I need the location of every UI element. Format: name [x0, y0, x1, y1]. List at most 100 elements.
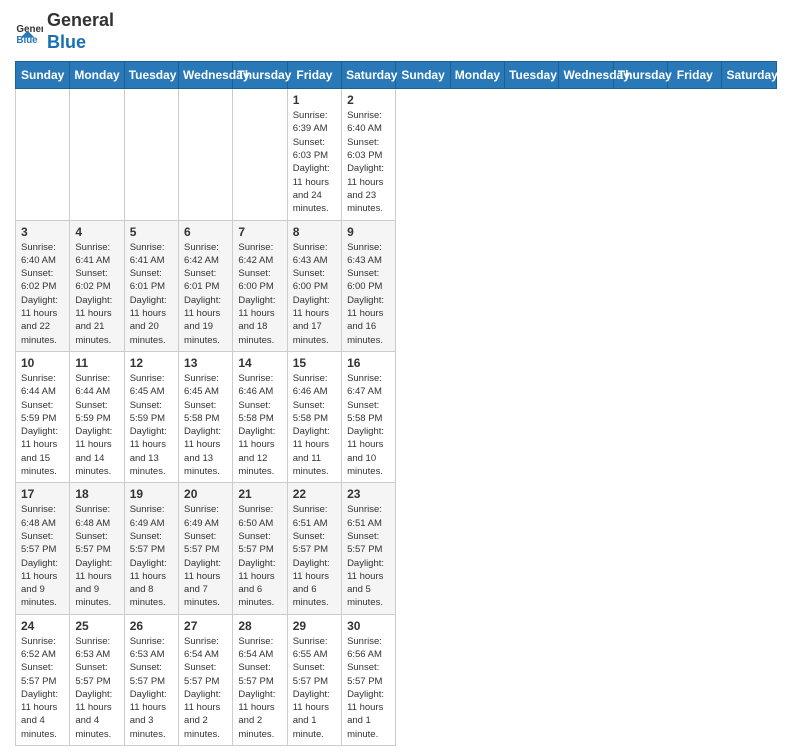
day-number: 13 [184, 356, 227, 370]
column-header-tuesday: Tuesday [124, 62, 178, 89]
day-number: 26 [130, 619, 173, 633]
day-info: Sunrise: 6:51 AM Sunset: 5:57 PM Dayligh… [347, 503, 390, 609]
day-info: Sunrise: 6:54 AM Sunset: 5:57 PM Dayligh… [184, 635, 227, 741]
column-header-friday: Friday [668, 62, 722, 89]
day-info: Sunrise: 6:48 AM Sunset: 5:57 PM Dayligh… [75, 503, 118, 609]
calendar-cell [124, 89, 178, 220]
day-info: Sunrise: 6:41 AM Sunset: 6:01 PM Dayligh… [130, 241, 173, 347]
day-info: Sunrise: 6:40 AM Sunset: 6:03 PM Dayligh… [347, 109, 390, 215]
day-number: 11 [75, 356, 118, 370]
calendar-cell: 16Sunrise: 6:47 AM Sunset: 5:58 PM Dayli… [342, 351, 396, 482]
calendar-cell: 20 Sunrise: 6:49 AM Sunset: 5:57 PM Dayli… [179, 483, 233, 614]
day-info: Sunrise: 6:42 AM Sunset: 6:00 PM Dayligh… [238, 241, 281, 347]
logo-general-text: General Blue [47, 10, 114, 53]
day-number: 6 [184, 225, 227, 239]
day-number: 9 [347, 225, 390, 239]
column-header-sunday: Sunday [16, 62, 70, 89]
day-number: 17 [21, 487, 64, 501]
calendar-cell: 12Sunrise: 6:45 AM Sunset: 5:59 PM Dayli… [124, 351, 178, 482]
calendar-cell: 7 Sunrise: 6:42 AM Sunset: 6:00 PM Daylig… [233, 220, 287, 351]
day-info: Sunrise: 6:49 AM Sunset: 5:57 PM Dayligh… [130, 503, 173, 609]
day-info: Sunrise: 6:52 AM Sunset: 5:57 PM Dayligh… [21, 635, 64, 741]
day-number: 23 [347, 487, 390, 501]
column-header-wednesday: Wednesday [559, 62, 613, 89]
day-info: Sunrise: 6:46 AM Sunset: 5:58 PM Dayligh… [238, 372, 281, 478]
day-number: 25 [75, 619, 118, 633]
day-info: Sunrise: 6:49 AM Sunset: 5:57 PM Dayligh… [184, 503, 227, 609]
day-info: Sunrise: 6:42 AM Sunset: 6:01 PM Dayligh… [184, 241, 227, 347]
column-header-thursday: Thursday [233, 62, 287, 89]
column-header-sunday: Sunday [396, 62, 450, 89]
day-info: Sunrise: 6:51 AM Sunset: 5:57 PM Dayligh… [293, 503, 336, 609]
calendar-cell: 24 Sunrise: 6:52 AM Sunset: 5:57 PM Dayli… [16, 614, 70, 745]
calendar-cell: 18 Sunrise: 6:48 AM Sunset: 5:57 PM Dayli… [70, 483, 124, 614]
calendar-cell: 26 Sunrise: 6:53 AM Sunset: 5:57 PM Dayli… [124, 614, 178, 745]
day-info: Sunrise: 6:44 AM Sunset: 5:59 PM Dayligh… [21, 372, 64, 478]
calendar-cell: 22Sunrise: 6:51 AM Sunset: 5:57 PM Dayli… [287, 483, 341, 614]
calendar-cell: 30 Sunrise: 6:56 AM Sunset: 5:57 PM Dayli… [342, 614, 396, 745]
calendar-cell: 13 Sunrise: 6:45 AM Sunset: 5:58 PM Dayli… [179, 351, 233, 482]
day-number: 7 [238, 225, 281, 239]
calendar-cell: 29 Sunrise: 6:55 AM Sunset: 5:57 PM Dayli… [287, 614, 341, 745]
calendar-cell: 25 Sunrise: 6:53 AM Sunset: 5:57 PM Dayli… [70, 614, 124, 745]
calendar-cell: 10Sunrise: 6:44 AM Sunset: 5:59 PM Dayli… [16, 351, 70, 482]
day-number: 16 [347, 356, 390, 370]
calendar-cell [233, 89, 287, 220]
day-info: Sunrise: 6:45 AM Sunset: 5:58 PM Dayligh… [184, 372, 227, 478]
column-header-thursday: Thursday [613, 62, 667, 89]
day-info: Sunrise: 6:53 AM Sunset: 5:57 PM Dayligh… [130, 635, 173, 741]
day-number: 21 [238, 487, 281, 501]
column-header-monday: Monday [70, 62, 124, 89]
calendar-week-row: 17 Sunrise: 6:48 AM Sunset: 5:57 PM Dayli… [16, 483, 777, 614]
calendar-cell: 28Sunrise: 6:54 AM Sunset: 5:57 PM Dayli… [233, 614, 287, 745]
calendar-cell: 19 Sunrise: 6:49 AM Sunset: 5:57 PM Dayli… [124, 483, 178, 614]
calendar-cell: 5Sunrise: 6:41 AM Sunset: 6:01 PM Daylig… [124, 220, 178, 351]
calendar-cell: 2Sunrise: 6:40 AM Sunset: 6:03 PM Daylig… [342, 89, 396, 220]
day-number: 18 [75, 487, 118, 501]
logo-blue-text: Blue [47, 32, 86, 52]
logo: General Blue General Blue [15, 10, 114, 53]
day-number: 28 [238, 619, 281, 633]
column-header-saturday: Saturday [722, 62, 777, 89]
day-number: 29 [293, 619, 336, 633]
calendar-cell: 4Sunrise: 6:41 AM Sunset: 6:02 PM Daylig… [70, 220, 124, 351]
day-info: Sunrise: 6:50 AM Sunset: 5:57 PM Dayligh… [238, 503, 281, 609]
column-header-friday: Friday [287, 62, 341, 89]
calendar-week-row: 24 Sunrise: 6:52 AM Sunset: 5:57 PM Dayli… [16, 614, 777, 745]
calendar-week-row: 10Sunrise: 6:44 AM Sunset: 5:59 PM Dayli… [16, 351, 777, 482]
column-header-tuesday: Tuesday [505, 62, 559, 89]
day-info: Sunrise: 6:55 AM Sunset: 5:57 PM Dayligh… [293, 635, 336, 741]
column-header-monday: Monday [450, 62, 504, 89]
calendar-cell [70, 89, 124, 220]
day-number: 14 [238, 356, 281, 370]
calendar-cell: 11Sunrise: 6:44 AM Sunset: 5:59 PM Dayli… [70, 351, 124, 482]
day-info: Sunrise: 6:41 AM Sunset: 6:02 PM Dayligh… [75, 241, 118, 347]
calendar-cell: 6 Sunrise: 6:42 AM Sunset: 6:01 PM Daylig… [179, 220, 233, 351]
day-number: 19 [130, 487, 173, 501]
day-number: 1 [293, 93, 336, 107]
calendar-cell: 9Sunrise: 6:43 AM Sunset: 6:00 PM Daylig… [342, 220, 396, 351]
logo-icon: General Blue [15, 18, 43, 46]
day-info: Sunrise: 6:53 AM Sunset: 5:57 PM Dayligh… [75, 635, 118, 741]
calendar-cell [16, 89, 70, 220]
day-info: Sunrise: 6:56 AM Sunset: 5:57 PM Dayligh… [347, 635, 390, 741]
calendar-cell: 17 Sunrise: 6:48 AM Sunset: 5:57 PM Dayli… [16, 483, 70, 614]
day-info: Sunrise: 6:48 AM Sunset: 5:57 PM Dayligh… [21, 503, 64, 609]
day-info: Sunrise: 6:43 AM Sunset: 6:00 PM Dayligh… [293, 241, 336, 347]
calendar-table: SundayMondayTuesdayWednesdayThursdayFrid… [15, 61, 777, 746]
calendar-cell: 3Sunrise: 6:40 AM Sunset: 6:02 PM Daylig… [16, 220, 70, 351]
calendar-cell: 21 Sunrise: 6:50 AM Sunset: 5:57 PM Dayli… [233, 483, 287, 614]
day-info: Sunrise: 6:40 AM Sunset: 6:02 PM Dayligh… [21, 241, 64, 347]
calendar-week-row: 1Sunrise: 6:39 AM Sunset: 6:03 PM Daylig… [16, 89, 777, 220]
calendar-cell: 27Sunrise: 6:54 AM Sunset: 5:57 PM Dayli… [179, 614, 233, 745]
day-number: 30 [347, 619, 390, 633]
day-number: 8 [293, 225, 336, 239]
calendar-cell: 15Sunrise: 6:46 AM Sunset: 5:58 PM Dayli… [287, 351, 341, 482]
day-number: 15 [293, 356, 336, 370]
day-number: 24 [21, 619, 64, 633]
column-header-wednesday: Wednesday [179, 62, 233, 89]
day-number: 12 [130, 356, 173, 370]
day-number: 20 [184, 487, 227, 501]
column-header-saturday: Saturday [342, 62, 396, 89]
calendar-header-row: SundayMondayTuesdayWednesdayThursdayFrid… [16, 62, 777, 89]
